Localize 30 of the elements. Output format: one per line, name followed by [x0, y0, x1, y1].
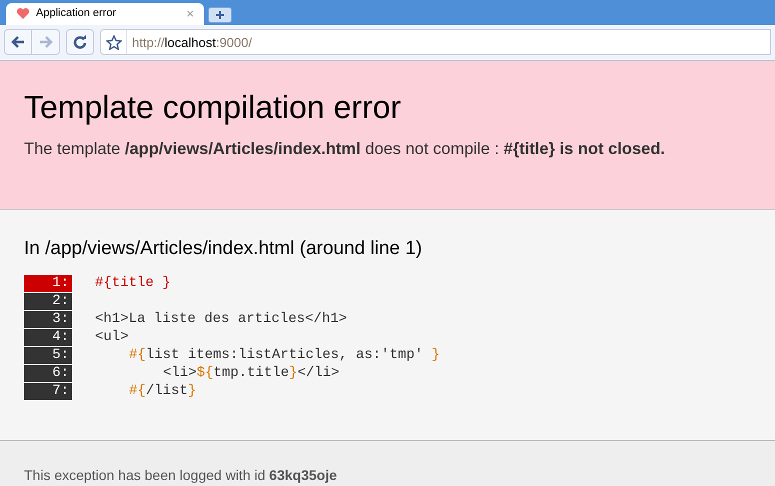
- back-button[interactable]: [4, 29, 32, 56]
- source-title: In /app/views/Articles/index.html (around line 1): [24, 236, 424, 261]
- star-icon: [106, 34, 122, 50]
- reload-button[interactable]: [66, 29, 94, 56]
- back-arrow-icon: [11, 36, 25, 48]
- tab-title: Application error: [36, 6, 118, 22]
- line-number: 7:: [24, 382, 72, 400]
- plus-icon: [215, 10, 225, 20]
- log-message: This exception has been logged with id 63kq35oje: [24, 466, 338, 486]
- error-message: The template /app/views/Articles/index.html does not compile : #{title} is not closed.: [24, 139, 666, 160]
- browser-tab[interactable]: Application error ×: [6, 2, 204, 25]
- line-number: 3:: [24, 310, 72, 328]
- line-number: 4:: [24, 328, 72, 346]
- line-number: 2:: [24, 292, 72, 310]
- url-text: http://localhost:9000/: [132, 34, 252, 52]
- address-bar[interactable]: http://localhost:9000/: [100, 29, 771, 56]
- code-line: #{list items:listArticles, as:'tmp' }: [129, 346, 440, 365]
- line-number: 1:: [24, 274, 72, 292]
- code-line: <ul>: [95, 328, 129, 347]
- code-line: #{title }: [95, 274, 171, 293]
- forward-arrow-icon: [38, 36, 52, 48]
- line-number: 6:: [24, 364, 72, 382]
- error-title: Template compilation error: [24, 88, 402, 128]
- new-tab-button[interactable]: [208, 6, 232, 23]
- reload-icon: [73, 35, 87, 50]
- heart-icon: [16, 7, 30, 20]
- code-line: <li>${tmp.title}</li>: [163, 364, 340, 383]
- line-number: 5:: [24, 346, 72, 364]
- code-line: <h1>La liste des articles</h1>: [95, 310, 348, 329]
- code-line: #{/list}: [129, 382, 196, 401]
